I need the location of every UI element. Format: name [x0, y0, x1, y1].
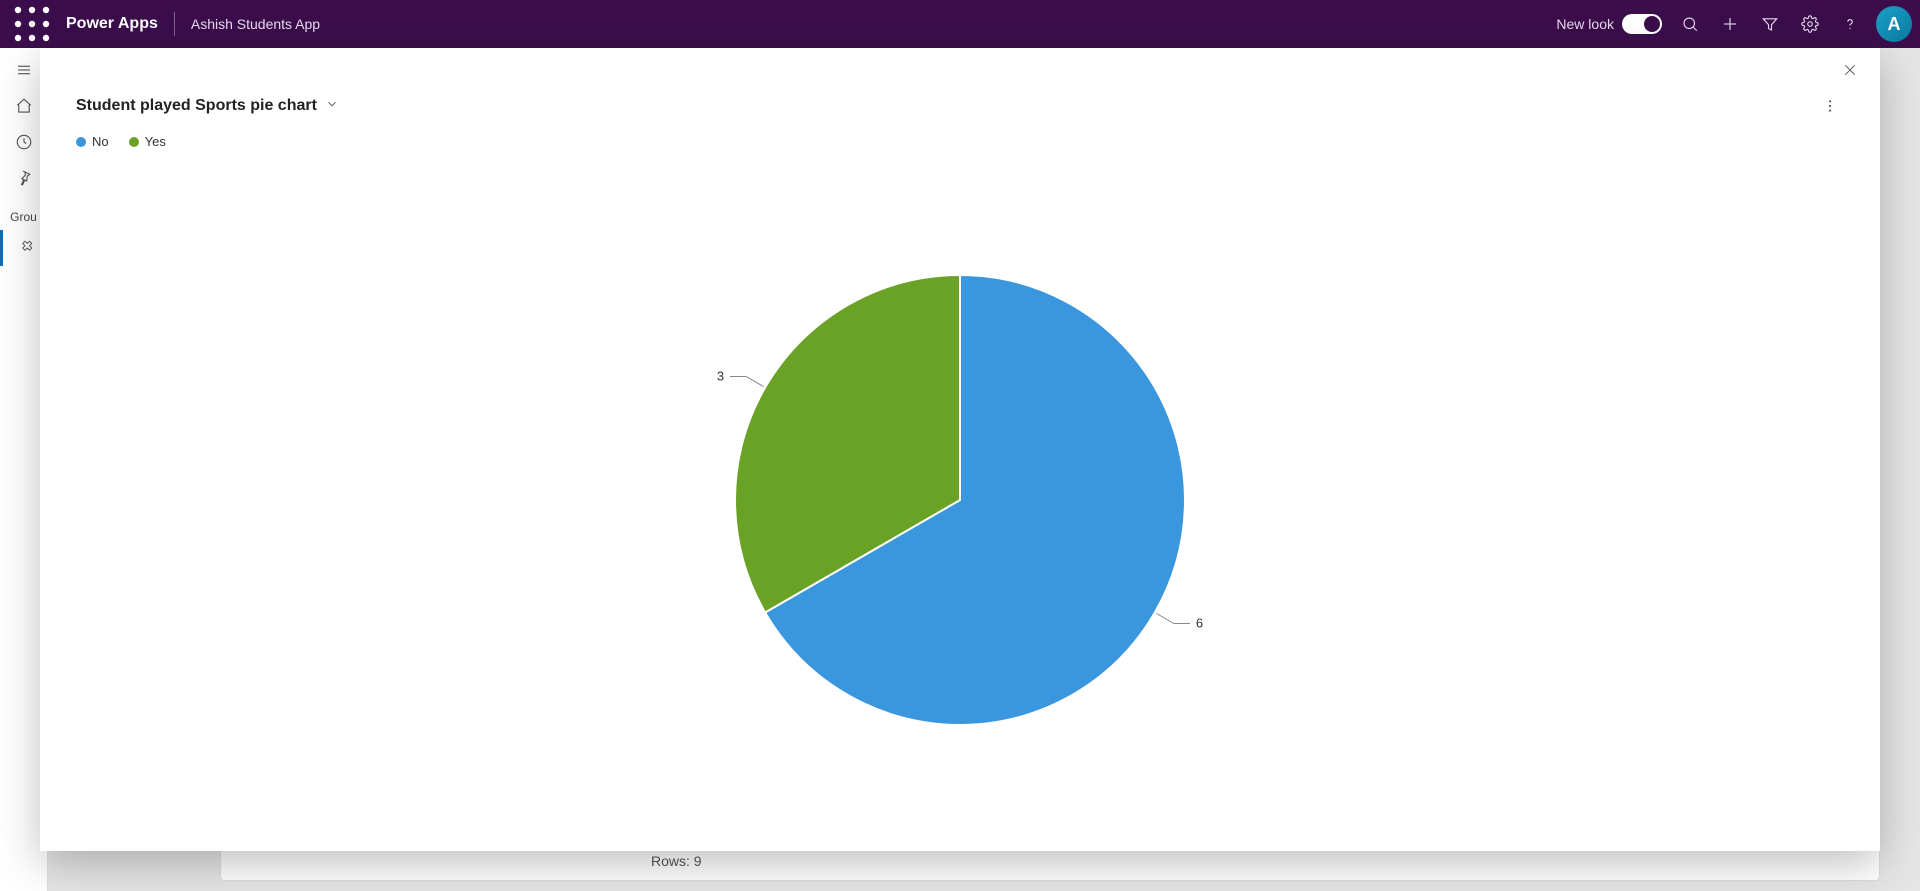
new-look-toggle-group: New look: [1556, 14, 1662, 34]
data-label-leader: [1157, 614, 1190, 624]
legend-item[interactable]: Yes: [129, 134, 166, 149]
search-icon[interactable]: [1670, 0, 1710, 48]
help-icon[interactable]: [1830, 0, 1870, 48]
chevron-down-icon: [325, 97, 339, 116]
pie-chart: 63: [40, 149, 1880, 851]
avatar-initial: A: [1888, 14, 1901, 35]
legend-item[interactable]: No: [76, 134, 109, 149]
app-launcher-icon[interactable]: [8, 0, 56, 48]
chart-title-dropdown[interactable]: Student played Sports pie chart: [76, 97, 339, 116]
rail-group-label: Grou: [10, 210, 37, 224]
new-look-toggle[interactable]: [1622, 14, 1662, 34]
chart-title: Student played Sports pie chart: [76, 97, 317, 115]
data-label: 3: [717, 369, 724, 384]
legend-label: No: [92, 134, 109, 149]
new-look-label: New look: [1556, 16, 1614, 32]
header-divider: [174, 12, 175, 36]
filter-icon[interactable]: [1750, 0, 1790, 48]
data-label-leader: [730, 377, 763, 387]
app-name[interactable]: Ashish Students App: [181, 16, 330, 32]
chart-legend: No Yes: [40, 120, 1880, 149]
add-icon[interactable]: [1710, 0, 1750, 48]
rows-count-label: Rows: 9: [651, 853, 702, 869]
legend-label: Yes: [145, 134, 166, 149]
gear-icon[interactable]: [1790, 0, 1830, 48]
app-header: Power Apps Ashish Students App New look …: [0, 0, 1920, 48]
legend-swatch: [129, 137, 139, 147]
data-label: 6: [1196, 616, 1203, 631]
chart-modal: Student played Sports pie chart NoYes 63: [40, 48, 1880, 851]
user-avatar[interactable]: A: [1876, 6, 1912, 42]
legend-swatch: [76, 137, 86, 147]
product-name[interactable]: Power Apps: [56, 15, 168, 33]
more-options-icon[interactable]: [1816, 92, 1844, 120]
close-icon[interactable]: [1834, 54, 1866, 86]
